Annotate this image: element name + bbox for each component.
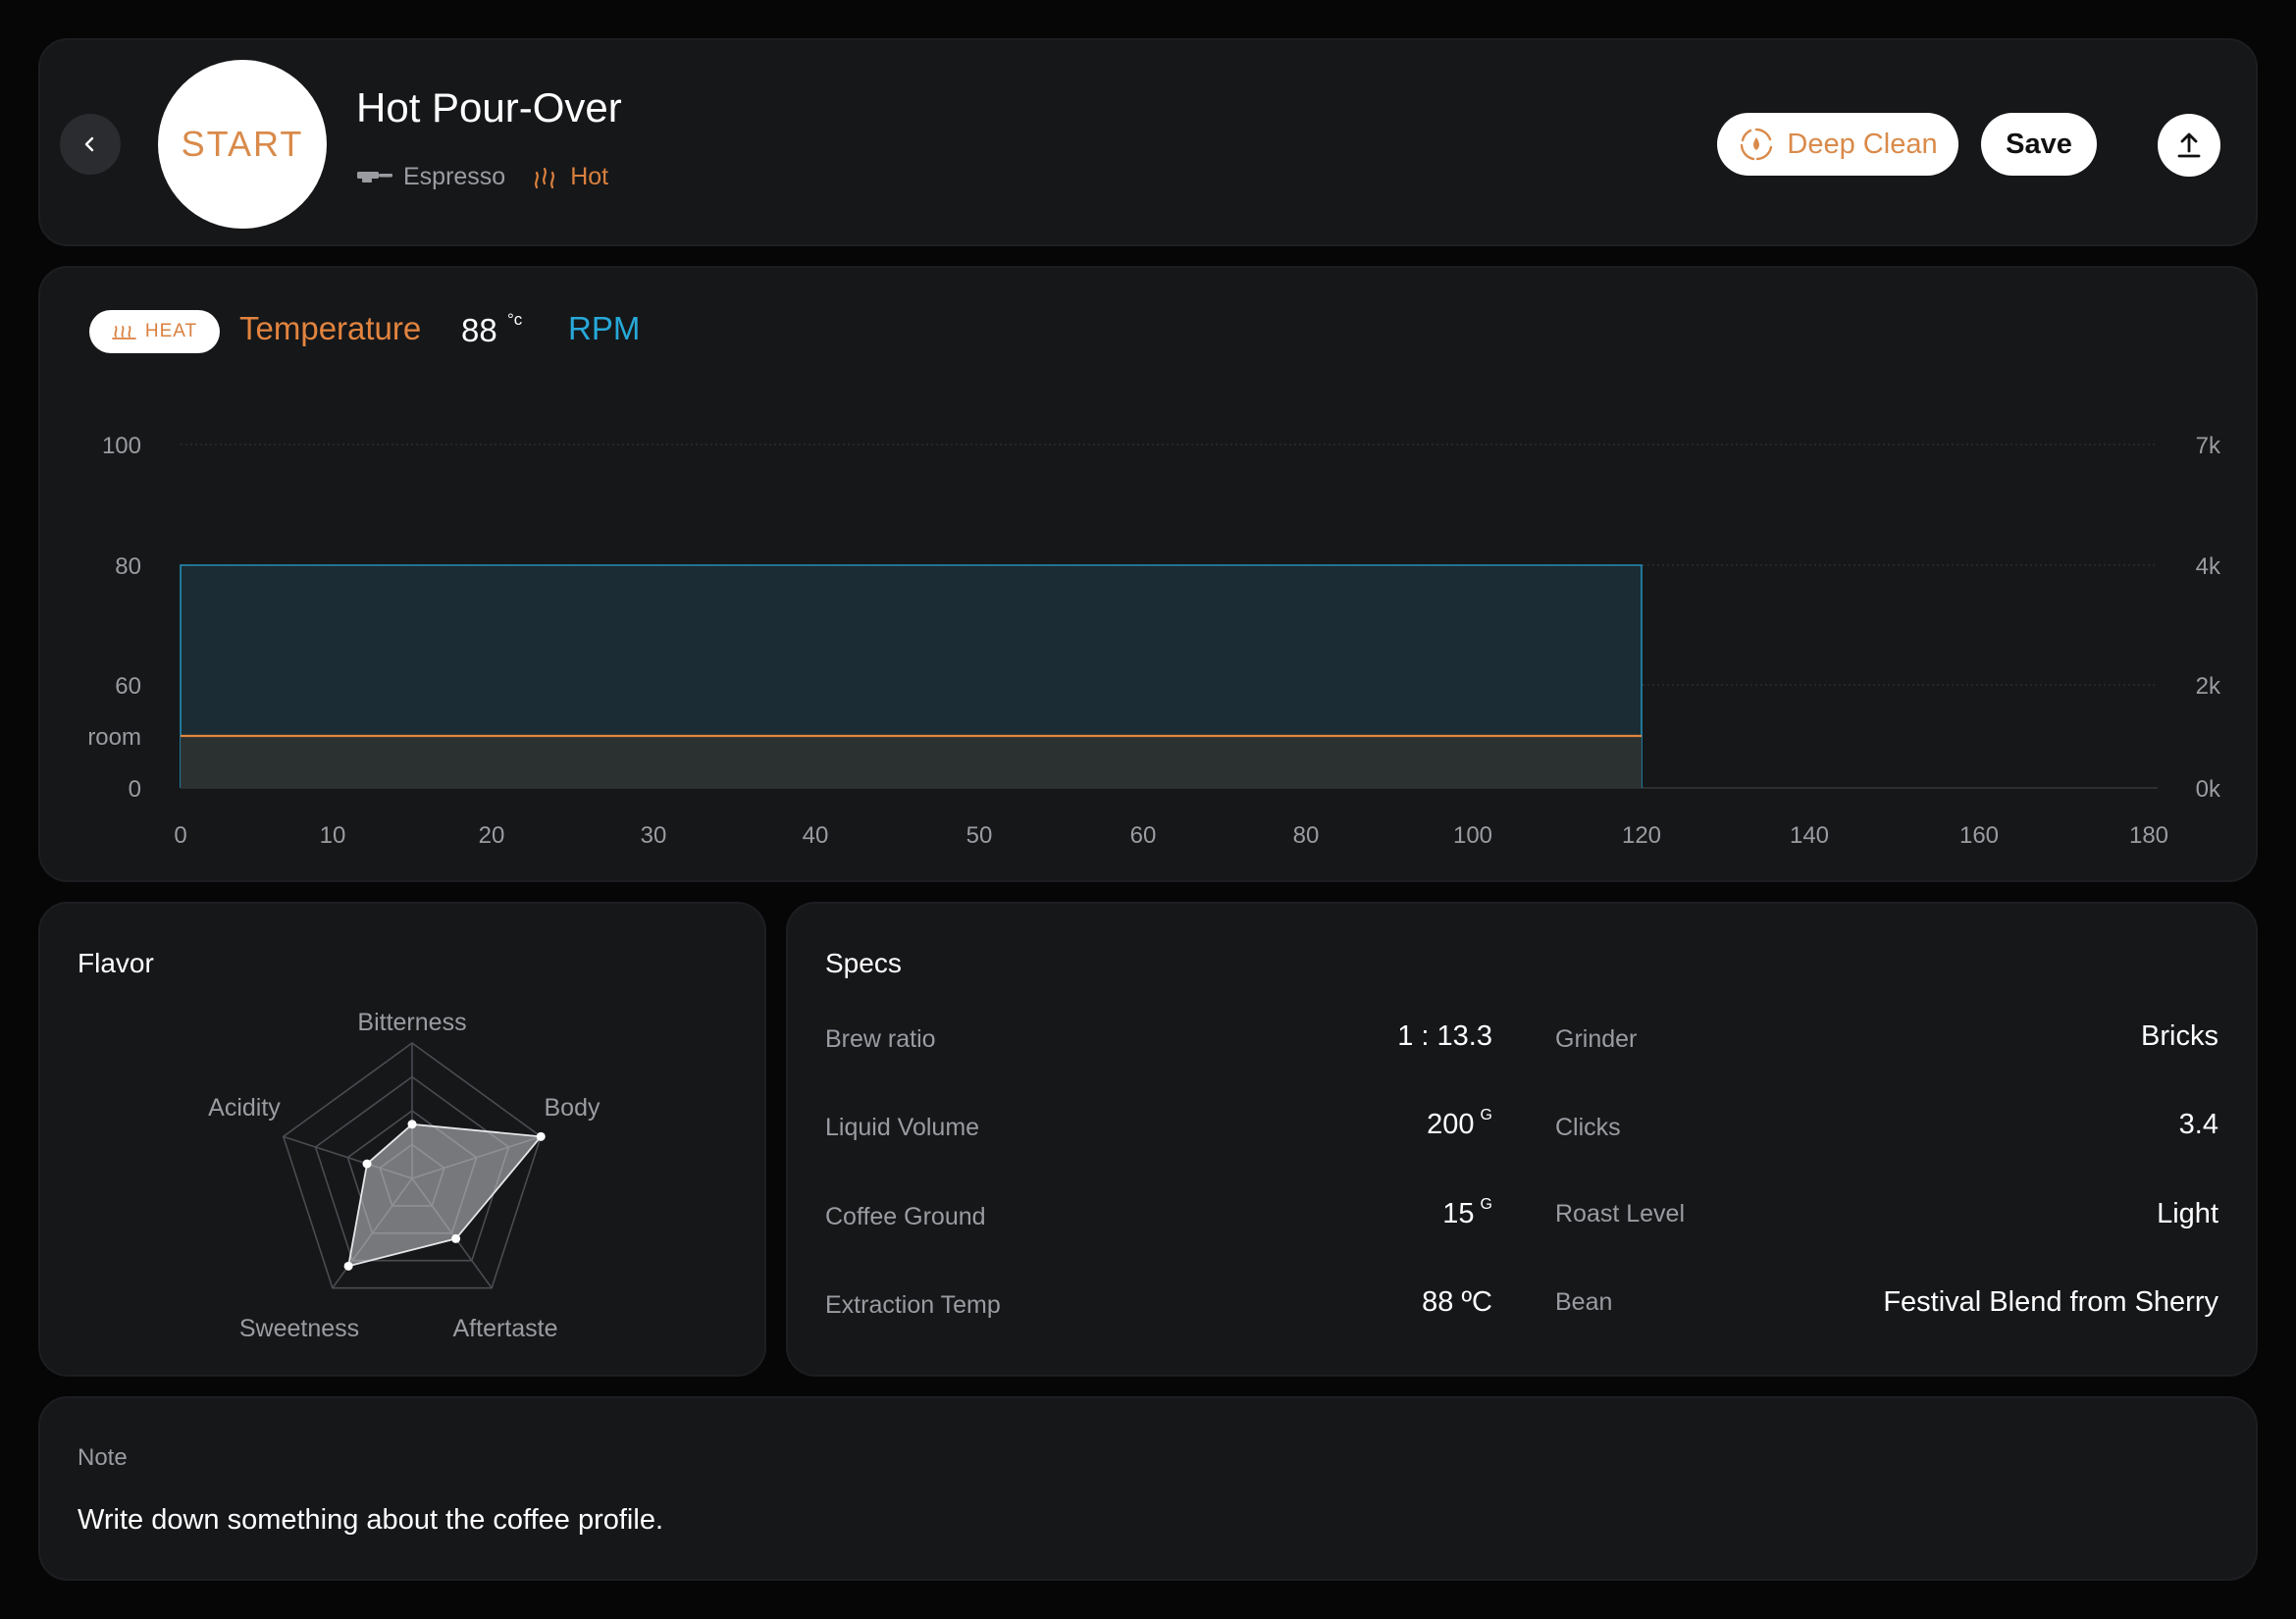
note-input[interactable]: Write down something about the coffee pr… (78, 1504, 663, 1537)
specs-title: Specs (825, 948, 902, 978)
save-button[interactable]: Save (1981, 113, 2097, 176)
deep-clean-label: Deep Clean (1787, 128, 1938, 160)
x-tick-label: 160 (1959, 822, 1999, 849)
brew-chart: 100 80 60 room 0 7k 4k 2k 0k 0 10 20 30 40 50 60 80 100 12… (87, 433, 2221, 849)
start-button[interactable]: START (158, 60, 327, 229)
liquid-volume-unit: G (1480, 1107, 1492, 1123)
coffee-ground-value: 15 (1442, 1198, 1475, 1229)
espresso-machine-icon (357, 172, 392, 183)
profile-header: START Hot Pour-Over Espresso Hot Deep Cl… (38, 38, 2258, 246)
x-tick-label: 40 (803, 822, 829, 849)
flavor-value-point (451, 1233, 461, 1243)
x-tick-label: 120 (1622, 822, 1661, 849)
flavor-value-point (343, 1261, 353, 1271)
spec-bean-value: Festival Blend from Sherry (1883, 1286, 2218, 1318)
y-right-tick-label: 0k (2196, 776, 2221, 803)
extraction-temp-value: 88 ºC (1422, 1286, 1492, 1318)
x-tick-label: 20 (479, 822, 505, 849)
spec-brew-ratio-value: 1 : 13.3 (1397, 1020, 1492, 1053)
radar-axis-label: Acidity (208, 1094, 281, 1122)
specs-card: Specs Brew ratio 1 : 13.3 Liquid Volume … (786, 902, 2258, 1377)
x-tick-label: 30 (641, 822, 667, 849)
spec-grinder-label: Grinder (1555, 1025, 1638, 1053)
coffee-ground-unit: G (1480, 1196, 1492, 1213)
flavor-value-area (346, 1123, 544, 1268)
brew-chart-card: HEAT Temperature 88 °c RPM 100 80 60 room 0 7… (38, 266, 2258, 882)
tag-hot-label: Hot (570, 162, 609, 190)
y-left-tick-label: 80 (115, 553, 141, 580)
y-left-tick-label: 100 (102, 433, 141, 459)
upload-icon (2177, 132, 2201, 158)
spec-coffee-ground-value: 15 G (1442, 1196, 1492, 1230)
note-card[interactable]: Note Write down something about the coff… (38, 1396, 2258, 1581)
spec-liquid-volume-value: 200 G (1427, 1107, 1492, 1141)
deep-clean-icon (1741, 128, 1773, 161)
radar-axis-label: Bitterness (357, 1009, 466, 1036)
share-button[interactable] (2158, 114, 2220, 177)
flavor-value-point (362, 1159, 372, 1169)
y-right-tick-label: 7k (2196, 433, 2221, 459)
flavor-radar-chart: Bitterness Body Aftertaste Sweetness Acidity (208, 1009, 600, 1342)
x-tick-label: 0 (174, 822, 186, 849)
spec-clicks-value: 3.4 (2178, 1109, 2218, 1140)
spec-coffee-ground-label: Coffee Ground (825, 1203, 986, 1230)
y-left-tick-label: 0 (129, 776, 141, 803)
radar-axis-label: Body (545, 1094, 600, 1122)
spec-bean-label: Bean (1555, 1288, 1613, 1316)
flavor-value-point (536, 1131, 546, 1141)
tag-hot: Hot (531, 162, 608, 191)
steam-icon (535, 167, 555, 189)
note-label: Note (78, 1444, 128, 1471)
radar-axis-label: Sweetness (239, 1315, 359, 1342)
y-left-tick-label: 60 (115, 673, 141, 700)
x-tick-label: 10 (320, 822, 346, 849)
spec-extraction-temp-label: Extraction Temp (825, 1291, 1001, 1319)
x-tick-label: 80 (1293, 822, 1320, 849)
radar-axis-label: Aftertaste (453, 1315, 558, 1342)
flavor-value-point (407, 1120, 417, 1129)
spec-roast-level-label: Roast Level (1555, 1200, 1686, 1227)
x-tick-label: 50 (966, 822, 993, 849)
x-tick-label: 100 (1453, 822, 1492, 849)
tag-espresso-label: Espresso (403, 162, 506, 190)
y-right-tick-label: 2k (2196, 673, 2221, 700)
back-button[interactable] (60, 114, 121, 175)
tag-espresso: Espresso (356, 163, 505, 191)
spec-roast-level-value: Light (2157, 1198, 2218, 1229)
profile-title: Hot Pour-Over (356, 84, 622, 131)
spec-grinder-value: Bricks (2141, 1020, 2218, 1052)
x-tick-label: 60 (1130, 822, 1157, 849)
spec-clicks-label: Clicks (1555, 1114, 1621, 1141)
liquid-volume-value: 200 (1427, 1109, 1475, 1140)
x-tick-label: 140 (1790, 822, 1829, 849)
temperature-area (181, 736, 1642, 788)
x-tick-label: 180 (2129, 822, 2168, 849)
y-right-tick-label: 4k (2196, 553, 2221, 580)
profile-tags: Espresso Hot (356, 162, 608, 191)
flavor-card: Flavor Bitterness Body Aftertaste Sweetness… (38, 902, 766, 1377)
spec-liquid-volume-label: Liquid Volume (825, 1114, 980, 1141)
spec-extraction-temp-value: 88 ºC (1422, 1286, 1492, 1319)
brew-ratio-value: 1 : 13.3 (1397, 1020, 1492, 1052)
spec-brew-ratio-label: Brew ratio (825, 1025, 936, 1053)
chevron-left-icon (84, 136, 94, 152)
deep-clean-button[interactable]: Deep Clean (1717, 113, 1958, 176)
y-left-tick-label: room (87, 724, 141, 751)
